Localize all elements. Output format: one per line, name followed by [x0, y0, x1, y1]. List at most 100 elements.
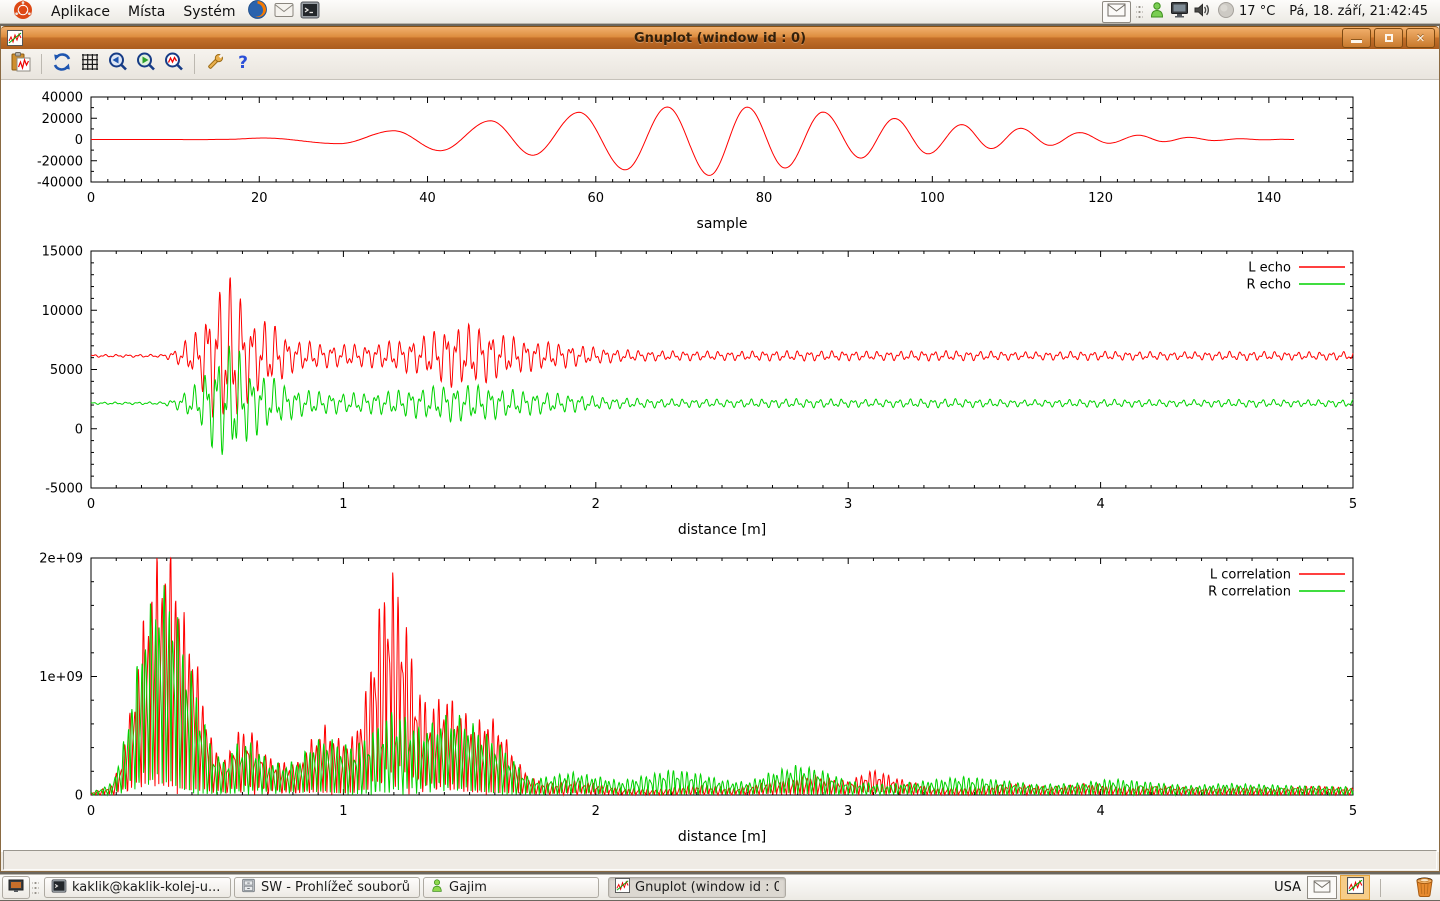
file-manager-icon — [241, 878, 256, 897]
show-desktop-button[interactable] — [2, 876, 30, 899]
svg-text:100: 100 — [920, 191, 945, 206]
weather-icon — [1217, 1, 1235, 23]
close-icon: ✕ — [1416, 33, 1425, 44]
chart-correlation: 01234501e+092e+09distance [m]L correlati… — [39, 552, 1357, 846]
zoom-previous-button[interactable] — [105, 51, 131, 77]
display-icon — [1170, 1, 1189, 22]
top-panel: Aplikace Místa Systém — [0, 0, 1440, 24]
toolbar-separator — [41, 54, 42, 74]
svg-text:5000: 5000 — [50, 363, 83, 378]
svg-text:5: 5 — [1349, 804, 1357, 819]
panel-right: 17 °C Pá, 18. září, 21:42:45 — [1102, 0, 1436, 23]
menu-places[interactable]: Místa — [119, 0, 174, 23]
gnuplot-tray-button[interactable] — [1340, 875, 1370, 900]
chart-echo: 012345-5000050001000015000distance [m]L … — [42, 245, 1358, 539]
keyboard-layout-indicator[interactable]: USA — [1274, 880, 1301, 895]
menu-applications[interactable]: Aplikace — [42, 0, 119, 23]
help-icon: ? — [232, 51, 254, 77]
maximize-icon — [1385, 34, 1393, 42]
menu-system-label: Systém — [183, 4, 235, 20]
svg-text:-5000: -5000 — [45, 482, 83, 497]
zoom-reset-button[interactable] — [161, 51, 187, 77]
task-file-browser[interactable]: SW - Prohlížeč souborů — [234, 877, 420, 898]
weather-tray[interactable] — [1214, 0, 1237, 23]
launcher-mail[interactable] — [271, 0, 297, 23]
titlebar[interactable]: Gnuplot (window id : 0) ✕ — [1, 26, 1439, 49]
mail-notification-tray[interactable] — [1102, 1, 1131, 23]
svg-text:80: 80 — [756, 191, 773, 206]
minimize-button[interactable] — [1342, 28, 1371, 48]
terminal-icon — [300, 1, 320, 23]
mail-icon — [274, 2, 294, 22]
svg-text:1e+09: 1e+09 — [39, 670, 83, 685]
svg-text:R echo: R echo — [1246, 278, 1291, 293]
svg-text:sample: sample — [697, 216, 748, 232]
svg-text:0: 0 — [87, 191, 95, 206]
svg-text:0: 0 — [87, 497, 95, 512]
taskbar-separator — [1380, 879, 1381, 897]
menu-system[interactable]: Systém — [174, 0, 244, 23]
svg-text:2: 2 — [592, 497, 600, 512]
ubuntu-menu-button[interactable] — [4, 0, 42, 23]
zoom-previous-icon — [107, 51, 129, 77]
svg-text:3: 3 — [844, 804, 852, 819]
trash-applet[interactable] — [1413, 874, 1436, 901]
mail-notification-icon — [1107, 2, 1126, 21]
svg-text:0: 0 — [75, 133, 83, 148]
temperature-label[interactable]: 17 °C — [1237, 4, 1281, 19]
zoom-next-button[interactable] — [133, 51, 159, 77]
svg-text:4: 4 — [1096, 804, 1104, 819]
plot-canvas[interactable]: 020406080100120140-40000-200000200004000… — [1, 80, 1439, 852]
task-terminal[interactable]: kaklik@kaklik-kolej-u... — [44, 877, 231, 898]
launcher-terminal[interactable] — [297, 0, 323, 23]
series-sample-signal — [91, 107, 1294, 175]
copy-plot-button[interactable] — [8, 51, 34, 77]
zoom-next-icon — [135, 51, 157, 77]
svg-text:0: 0 — [87, 804, 95, 819]
volume-icon — [1193, 2, 1212, 22]
svg-text:1: 1 — [339, 497, 347, 512]
firefox-icon — [247, 0, 268, 24]
grid-button[interactable] — [77, 51, 103, 77]
panel-handle[interactable] — [1136, 4, 1143, 20]
taskbar-handle[interactable] — [32, 880, 39, 896]
maximize-button[interactable] — [1374, 28, 1403, 48]
launcher-firefox[interactable] — [245, 0, 271, 23]
gajim-tray[interactable] — [1145, 0, 1168, 23]
task-label: kaklik@kaklik-kolej-u... — [72, 880, 220, 895]
svg-text:?: ? — [238, 53, 248, 73]
task-gnuplot[interactable]: Gnuplot (window id : 0) — [608, 877, 786, 898]
svg-text:distance [m]: distance [m] — [678, 522, 766, 538]
close-button[interactable]: ✕ — [1406, 28, 1435, 48]
task-gajim[interactable]: Gajim — [423, 877, 599, 898]
settings-button[interactable] — [202, 51, 228, 77]
refresh-icon — [51, 51, 73, 77]
svg-text:40: 40 — [419, 191, 436, 206]
svg-text:-40000: -40000 — [37, 176, 83, 191]
toolbar: ? — [1, 49, 1439, 80]
gajim-status-icon — [1148, 1, 1166, 23]
task-label: SW - Prohlížeč souborů — [261, 880, 410, 895]
svg-text:4: 4 — [1096, 497, 1104, 512]
refresh-button[interactable] — [49, 51, 75, 77]
task-label: Gajim — [449, 880, 487, 895]
gnuplot-icon — [1347, 877, 1364, 898]
display-tray[interactable] — [1168, 0, 1191, 23]
minimize-icon — [1351, 40, 1362, 43]
svg-text:L echo: L echo — [1248, 261, 1291, 276]
volume-tray[interactable] — [1191, 0, 1214, 23]
gnuplot-icon — [615, 878, 630, 897]
svg-text:140: 140 — [1256, 191, 1281, 206]
svg-text:5: 5 — [1349, 497, 1357, 512]
svg-text:3: 3 — [844, 497, 852, 512]
series-R-correlation — [91, 585, 1353, 795]
clock[interactable]: Pá, 18. září, 21:42:45 — [1281, 4, 1436, 19]
svg-text:120: 120 — [1088, 191, 1113, 206]
mail-tray-button[interactable] — [1307, 876, 1337, 899]
svg-text:distance [m]: distance [m] — [678, 829, 766, 845]
svg-text:40000: 40000 — [42, 91, 83, 106]
gnuplot-window: Gnuplot (window id : 0) ✕ — [0, 26, 1440, 872]
help-button[interactable]: ? — [230, 51, 256, 77]
show-desktop-icon — [8, 878, 24, 897]
panel-left: Aplikace Místa Systém — [4, 0, 323, 23]
